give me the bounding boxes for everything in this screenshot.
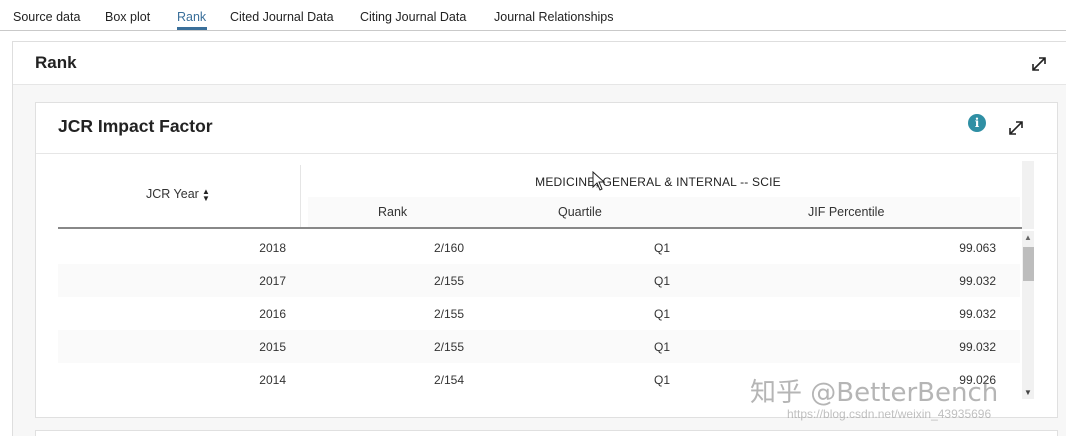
sort-icon[interactable]: ▲ ▼ (202, 188, 210, 203)
category-group-header: MEDICINE, GENERAL & INTERNAL -- SCIE (308, 161, 1020, 197)
rank-cell: 2/160 (433, 241, 464, 255)
rank-section-header: Rank (13, 42, 1066, 85)
quartile-column-header: Quartile (558, 205, 602, 219)
info-icon[interactable]: i (968, 114, 986, 132)
jcr-impact-factor-card: JCR Impact Factor i JCR Year ▲ ▼ MEDICINE… (35, 102, 1058, 418)
tab-cited-journal-data[interactable]: Cited Journal Data (230, 10, 334, 24)
quartile-cell: Q1 (653, 307, 670, 321)
year-cell: 2018 (259, 241, 286, 255)
table-row: 2015 2/155 Q1 99.032 (58, 330, 1020, 363)
expand-icon[interactable] (1029, 54, 1049, 74)
rank-table: JCR Year ▲ ▼ MEDICINE, GENERAL & INTERNAL… (58, 161, 1038, 401)
tab-source-data[interactable]: Source data (13, 10, 80, 24)
card-expand-icon[interactable] (1006, 118, 1026, 138)
tab-citing-journal-data[interactable]: Citing Journal Data (360, 10, 466, 24)
year-cell: 2014 (259, 373, 286, 387)
rank-cell: 2/154 (433, 373, 464, 387)
year-cell: 2016 (259, 307, 286, 321)
percentile-cell: 99.063 (959, 241, 996, 255)
table-row: 2016 2/155 Q1 99.032 (58, 297, 1020, 330)
percentile-cell: 99.032 (959, 340, 996, 354)
scroll-up-arrow-icon[interactable]: ▲ (1024, 233, 1032, 242)
table-scrollbar[interactable]: ▲ ▼ (1022, 231, 1034, 399)
percentile-cell: 99.032 (959, 274, 996, 288)
sub-column-headers: Rank Quartile JIF Percentile (308, 197, 1020, 227)
tab-bar: Source data Box plot Rank Cited Journal … (0, 0, 1066, 31)
jif-percentile-column-header: JIF Percentile (808, 205, 885, 219)
table-row: 2018 2/160 Q1 99.063 (58, 231, 1020, 264)
scroll-down-arrow-icon[interactable]: ▼ (1024, 388, 1032, 397)
active-tab-indicator (177, 27, 207, 30)
card-title: JCR Impact Factor (58, 116, 213, 136)
section-title: Rank (35, 53, 77, 72)
tab-box-plot[interactable]: Box plot (105, 10, 150, 24)
rank-cell: 2/155 (433, 307, 464, 321)
header-divider (300, 165, 301, 227)
next-card (35, 430, 1058, 436)
percentile-cell: 99.032 (959, 307, 996, 321)
rank-cell: 2/155 (433, 340, 464, 354)
rank-column-header: Rank (378, 205, 408, 219)
scrollbar-header-gap (1022, 161, 1034, 229)
scroll-thumb[interactable] (1023, 247, 1034, 281)
table-header: JCR Year ▲ ▼ MEDICINE, GENERAL & INTERNAL… (58, 161, 1034, 229)
category-label: MEDICINE, GENERAL & INTERNAL -- SCIE (535, 175, 781, 189)
quartile-cell: Q1 (653, 241, 670, 255)
tab-journal-relationships[interactable]: Journal Relationships (494, 10, 614, 24)
mouse-cursor-icon (592, 170, 606, 196)
quartile-cell: Q1 (653, 373, 670, 387)
year-cell: 2015 (259, 340, 286, 354)
tab-rank[interactable]: Rank (177, 10, 206, 24)
rank-cell: 2/155 (433, 274, 464, 288)
card-header: JCR Impact Factor i (36, 103, 1057, 154)
year-cell: 2017 (259, 274, 286, 288)
table-row: 2017 2/155 Q1 99.032 (58, 264, 1020, 297)
year-header-label: JCR Year (146, 187, 199, 201)
watermark: 知乎 @BetterBench (750, 378, 999, 408)
year-column-header[interactable]: JCR Year ▲ ▼ (58, 161, 300, 227)
quartile-cell: Q1 (653, 340, 670, 354)
quartile-cell: Q1 (653, 274, 670, 288)
watermark-url: https://blog.csdn.net/weixin_43935696 (787, 407, 992, 421)
